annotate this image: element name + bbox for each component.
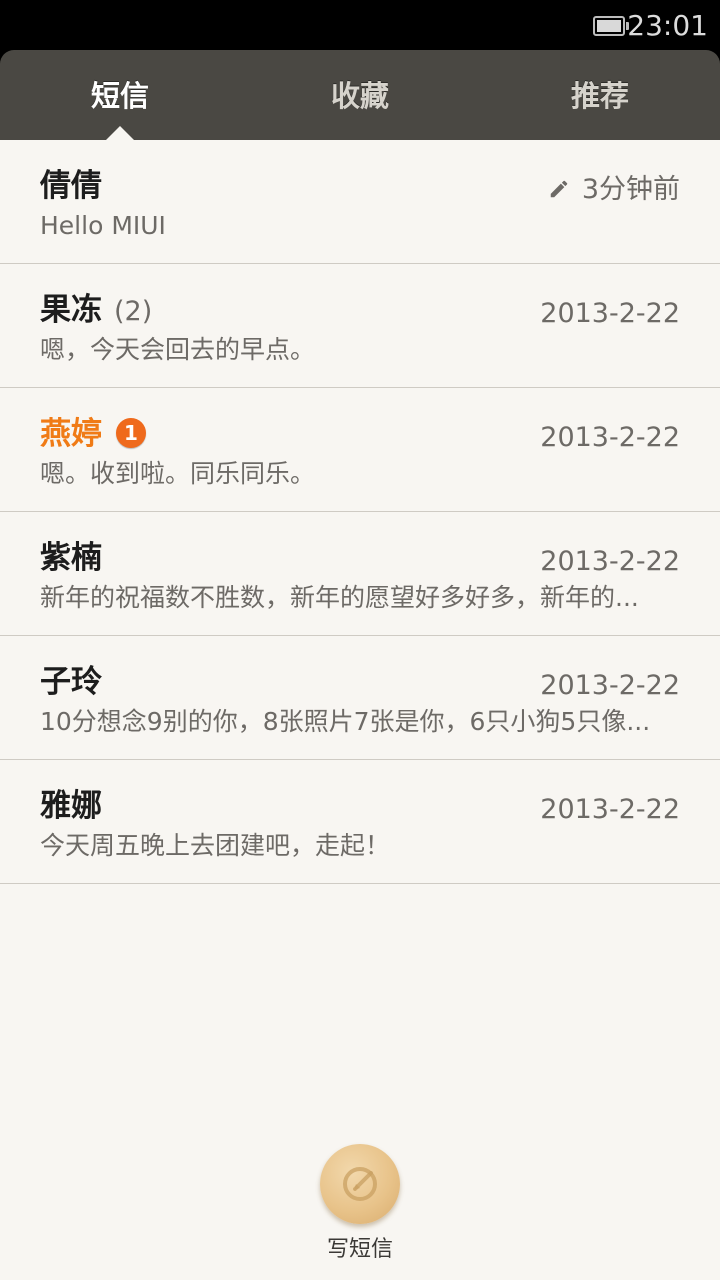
contact-name: 紫楠 [40, 540, 102, 576]
conversation-row[interactable]: 倩倩 3分钟前 Hello MIUI [0, 140, 720, 264]
contact-name: 子玲 [40, 664, 102, 700]
messaging-screen: 23:01 短信 收藏 推荐 倩倩 3分钟前 Hello MIUI 果冻 (2) … [0, 0, 720, 1280]
tab-favorites[interactable]: 收藏 [240, 50, 480, 140]
conversation-time: 2013-2-22 [540, 546, 680, 577]
conversation-row[interactable]: 燕婷 1 2013-2-22 嗯。收到啦。同乐同乐。 [0, 388, 720, 512]
conversation-time: 3分钟前 [548, 172, 680, 208]
contact-name: 燕婷 [40, 416, 102, 452]
contact-name: 倩倩 [40, 168, 102, 204]
message-preview: Hello MIUI [40, 211, 166, 240]
conversation-time: 2013-2-22 [540, 794, 680, 825]
unread-badge: 1 [116, 418, 146, 448]
message-preview: 今天周五晚上去团建吧，走起！ [40, 831, 391, 860]
message-preview: 10分想念9别的你，8张照片7张是你，6只小狗5只像... [40, 707, 651, 736]
active-tab-indicator [106, 126, 134, 140]
contact-name: 果冻 [40, 292, 102, 328]
conversation-time: 2013-2-22 [540, 298, 680, 329]
message-preview: 新年的祝福数不胜数，新年的愿望好多好多，新年的... [40, 583, 639, 612]
compose-label: 写短信 [326, 1237, 393, 1262]
conversation-row[interactable]: 紫楠 2013-2-22 新年的祝福数不胜数，新年的愿望好多好多，新年的... [0, 512, 720, 636]
compose-message-button[interactable] [320, 1144, 400, 1224]
contact-name: 雅娜 [40, 788, 102, 824]
status-bar: 23:01 [0, 0, 720, 52]
message-count: (2) [114, 296, 153, 327]
tab-recommended[interactable]: 推荐 [480, 50, 720, 140]
contact-name-wrap: 燕婷 1 [40, 414, 146, 454]
conversation-time: 2013-2-22 [540, 670, 680, 701]
draft-pencil-icon [550, 180, 568, 198]
status-clock: 23:01 [627, 9, 708, 42]
conversation-row[interactable]: 雅娜 2013-2-22 今天周五晚上去团建吧，走起！ [0, 760, 720, 884]
battery-icon [593, 16, 629, 36]
message-preview: 嗯。收到啦。同乐同乐。 [40, 459, 316, 488]
compose-icon [343, 1167, 377, 1201]
conversation-list: 倩倩 3分钟前 Hello MIUI 果冻 (2) 2013-2-22 嗯，今天会… [0, 140, 720, 1280]
conversation-row[interactable]: 子玲 2013-2-22 10分想念9别的你，8张照片7张是你，6只小狗5只像.… [0, 636, 720, 760]
conversation-row[interactable]: 果冻 (2) 2013-2-22 嗯，今天会回去的早点。 [0, 264, 720, 388]
conversation-time: 2013-2-22 [540, 422, 680, 453]
contact-name-wrap: 果冻 (2) [40, 290, 152, 332]
time-text: 3分钟前 [581, 174, 680, 205]
message-preview: 嗯，今天会回去的早点。 [40, 335, 316, 364]
